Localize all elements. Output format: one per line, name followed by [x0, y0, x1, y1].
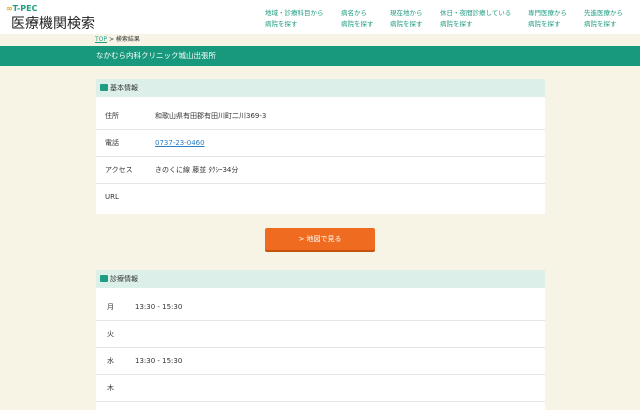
nav-location[interactable]: 現在地から 病院を探す	[390, 8, 423, 30]
schedule-card: 診療情報 月 13:30 - 15:30 火 水 13:30 - 15:30 木	[96, 270, 545, 410]
basic-info-heading: 基本情報	[96, 79, 545, 97]
nav-disease[interactable]: 病名から 病院を探す	[341, 8, 374, 30]
schedule-row: 水 13:30 - 15:30	[96, 348, 545, 375]
site-title[interactable]: 医療機関検索	[11, 13, 95, 33]
info-row-url: URL	[105, 193, 119, 201]
phone-link[interactable]: 0737-23-0460	[155, 130, 205, 157]
nav-area-specialty[interactable]: 地域・診療科目から 病院を探す	[265, 8, 324, 30]
breadcrumb-current: 検索結果	[115, 36, 140, 43]
info-row-access: アクセス きのくに線 藤並 ﾀｸｼｰ34分	[96, 157, 545, 184]
schedule-row: 木	[96, 375, 545, 402]
basic-info-card: 基本情報 住所 和歌山県有田郡有田川町二川369-3 電話 0737-23-0460…	[96, 79, 545, 214]
logo[interactable]: ∞T-PEC	[6, 4, 37, 13]
page-title: なかむら内科クリニック城山出張所	[0, 46, 640, 66]
ribbon-icon: ∞	[6, 4, 13, 13]
nav-specialty[interactable]: 専門医療から 病院を探す	[528, 8, 567, 30]
schedule-row: 月 13:30 - 15:30	[96, 294, 545, 321]
nav-holiday-night[interactable]: 休日・夜間診療している 病院を探す	[440, 8, 511, 30]
info-row-address: 住所 和歌山県有田郡有田川町二川369-3	[96, 103, 545, 130]
site-header: ∞T-PEC 医療機関検索 地域・診療科目から 病院を探す 病名から 病院を探す 現…	[0, 0, 640, 34]
car-icon	[100, 275, 108, 282]
info-row-phone: 電話 0737-23-0460	[96, 130, 545, 157]
view-map-button[interactable]: > 地図で見る	[265, 228, 375, 250]
hospital-icon	[100, 84, 108, 91]
schedule-row: 火	[96, 321, 545, 348]
schedule-heading: 診療情報	[96, 270, 545, 288]
nav-advanced[interactable]: 先進医療から 病院を探す	[584, 8, 623, 30]
breadcrumb: TOP > 検索結果	[95, 36, 140, 43]
breadcrumb-top-link[interactable]: TOP	[95, 36, 107, 43]
